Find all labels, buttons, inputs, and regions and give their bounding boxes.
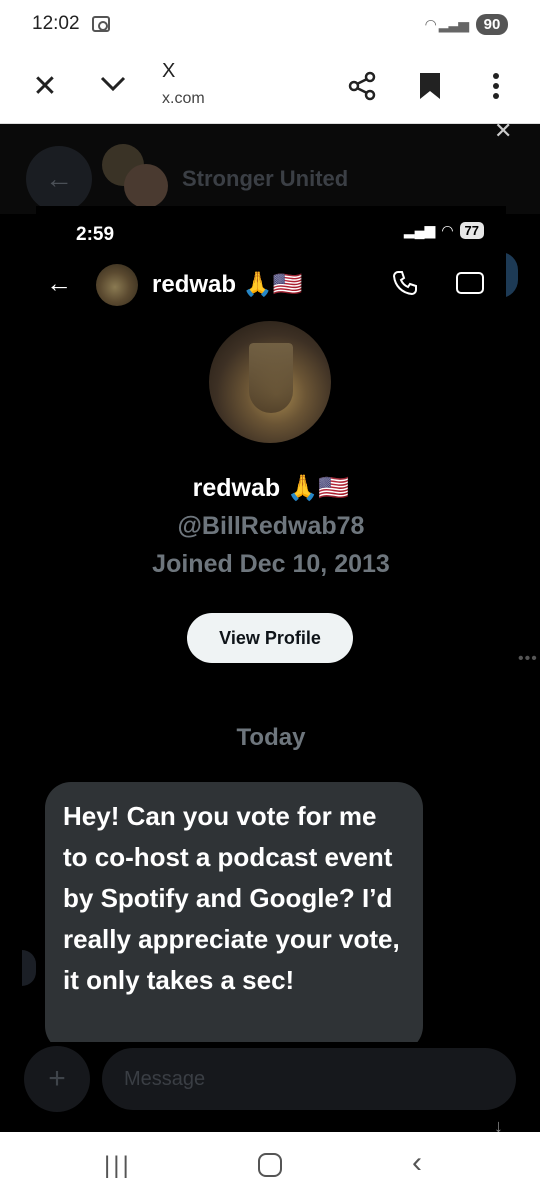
inner-battery: 77 [459,222,484,239]
page-url[interactable]: x.com [162,90,205,108]
message-input[interactable]: Message [102,1048,516,1110]
bookmark-icon[interactable] [412,68,448,104]
message-text: Hey! Can you vote for me to co-host a po… [63,801,400,995]
profile-avatar[interactable] [209,321,331,443]
close-icon[interactable]: ✕ [27,68,63,104]
group-title: Stronger United [182,166,349,191]
page-title: X [162,60,176,82]
date-divider: Today [236,724,306,751]
profile-name: redwab 🙏🇺🇸 [192,474,350,502]
dm-header: ← redwab 🙏🇺🇸 [36,262,506,310]
plus-icon[interactable]: + [24,1046,90,1112]
system-nav-bar: ||| ‹ [0,1132,540,1200]
avatar [124,164,168,208]
system-status-icons: ◠ ▂▃▅ 90 [424,13,508,35]
wifi-icon: ◠ [441,222,454,238]
phone-icon[interactable] [392,270,418,302]
system-status-bar: 12:02 ◠ ▂▃▅ 90 [0,0,540,48]
wifi-signal-icon: ◠ ▂▃▅ [424,15,469,32]
avatar[interactable] [96,264,138,306]
video-icon[interactable] [456,272,484,294]
signal-icon: ▂▄▆ [403,222,436,238]
back-icon[interactable]: ‹ [412,1146,422,1180]
share-icon[interactable] [344,68,380,104]
back-arrow-icon[interactable]: ← [26,146,92,212]
recent-apps-icon[interactable]: ||| [104,1152,132,1180]
inner-status-icons: ▂▄▆ ◠ 77 [404,222,484,239]
home-icon[interactable] [258,1153,282,1177]
profile-handle: @BillRedwab78 [177,512,365,540]
embedded-screenshot: 2:59 ▂▄▆ ◠ 77 ← redwab 🙏🇺🇸 redwab 🙏🇺🇸 @B… [36,206,506,1042]
dm-contact-name[interactable]: redwab 🙏🇺🇸 [152,270,302,299]
avatar [22,950,36,986]
message-bubble: Hey! Can you vote for me to co-host a po… [45,782,423,1042]
browser-toolbar: ✕ X x.com [0,48,540,124]
close-icon[interactable]: ✕ [494,118,512,144]
group-avatars [102,144,172,208]
battery-level: 90 [476,13,508,35]
inner-status-time: 2:59 [76,224,115,245]
view-profile-button[interactable]: View Profile [187,613,353,663]
back-arrow-icon[interactable]: ← [46,268,72,299]
more-vert-icon[interactable] [478,68,514,104]
system-time: 12:02 [32,13,80,34]
more-horizontal-icon[interactable]: ••• [518,650,538,668]
chevron-down-icon[interactable] [95,66,131,102]
screen: 12:02 ◠ ▂▃▅ 90 ✕ X x.com ← Stronger Unit… [0,0,540,1200]
profile-joined-date: Joined Dec 10, 2013 [152,550,390,578]
screen-cast-icon [91,16,110,32]
